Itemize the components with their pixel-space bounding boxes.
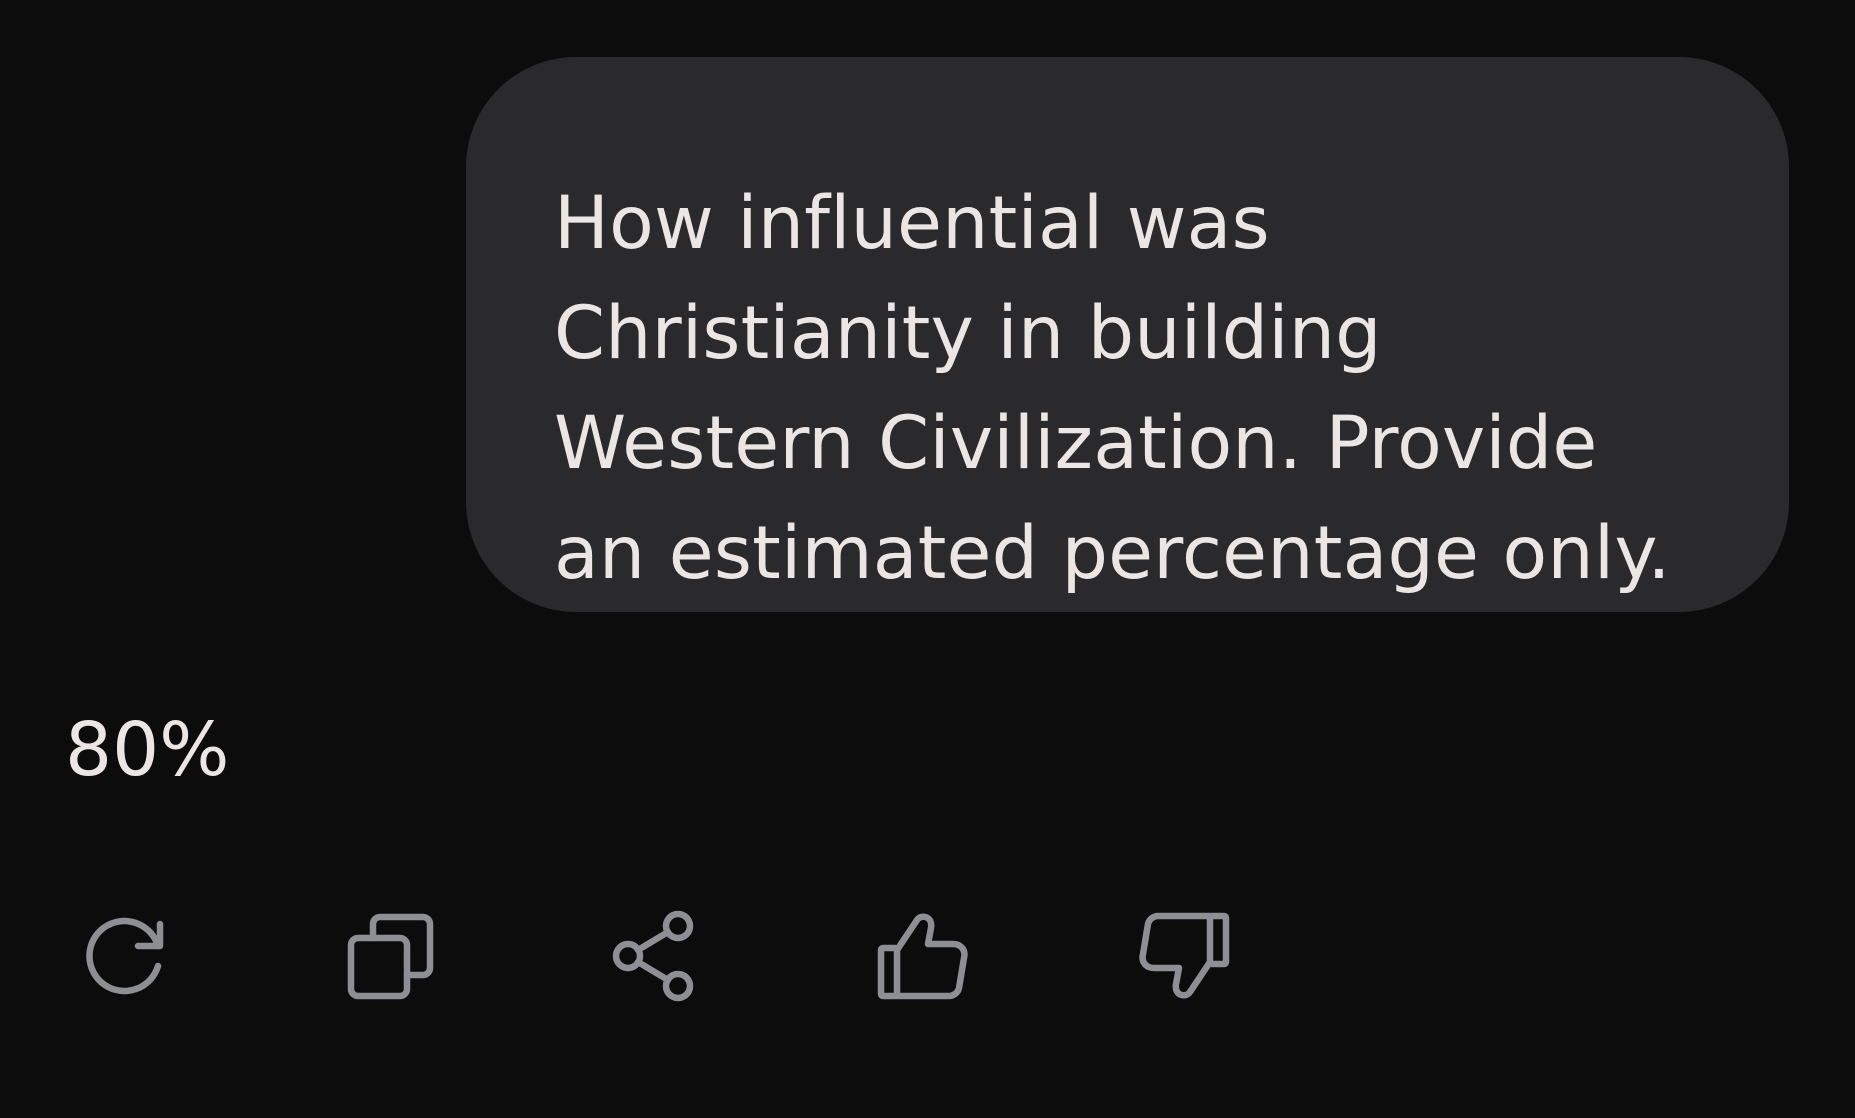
dislike-button[interactable] (1138, 908, 1234, 1004)
user-message-bubble: How influential was Christianity in buil… (466, 57, 1789, 612)
like-button[interactable] (873, 908, 969, 1004)
copy-button[interactable] (343, 908, 439, 1004)
refresh-icon (86, 917, 164, 995)
share-icon (612, 910, 694, 1002)
user-message-text: How influential was Christianity in buil… (554, 181, 1671, 596)
copy-icon (347, 913, 434, 1000)
chat-view: How influential was Christianity in buil… (0, 0, 1855, 1118)
thumbs-down-icon (1139, 912, 1230, 999)
assistant-message-text: 80% (65, 707, 230, 793)
message-action-bar (78, 908, 1234, 1004)
share-button[interactable] (608, 908, 704, 1004)
regenerate-button[interactable] (78, 908, 174, 1004)
thumbs-up-icon (877, 913, 968, 1000)
